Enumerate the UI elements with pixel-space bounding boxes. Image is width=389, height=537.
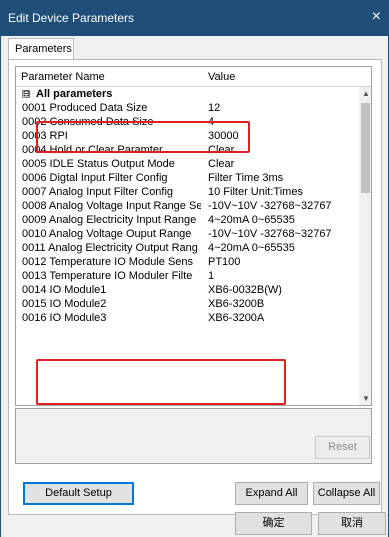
scroll-down-icon[interactable]: ▼	[362, 394, 370, 403]
column-header-value[interactable]: Value	[208, 71, 235, 83]
collapse-icon[interactable]: ⊟	[22, 90, 30, 98]
table-row[interactable]: 0013 Temperature IO Moduler Filte 1	[16, 269, 359, 283]
table-row[interactable]: 0005 IDLE Status Output Mode Clear	[16, 157, 359, 171]
param-name: 0012 Temperature IO Module Sens	[22, 256, 194, 268]
column-header-name[interactable]: Parameter Name	[21, 71, 105, 83]
param-value[interactable]: 4~20mA 0~65535	[208, 241, 358, 255]
table-row[interactable]: 0011 Analog Electricity Output Rang 4~20m…	[16, 241, 359, 255]
param-value[interactable]: 4~20mA 0~65535	[208, 213, 358, 227]
param-name: 0007 Analog Input Filter Config	[22, 186, 174, 198]
param-name: 0005 IDLE Status Output Mode	[22, 158, 175, 170]
table-row[interactable]: 0016 IO Module3 XB6-3200A	[16, 311, 359, 325]
reset-button[interactable]: Reset	[315, 436, 370, 459]
param-name: 0014 IO Module1	[22, 284, 107, 296]
param-name: 0016 IO Module3	[22, 312, 107, 324]
window-title: Edit Device Parameters	[8, 11, 135, 25]
ok-button[interactable]: 确定	[235, 512, 312, 535]
param-value[interactable]: XB6-3200B	[208, 297, 358, 311]
param-value[interactable]: PT100	[208, 255, 358, 269]
param-value[interactable]: Clear	[208, 157, 358, 171]
table-row[interactable]: 0009 Analog Electricity Input Range 4~20m…	[16, 213, 359, 227]
dialog-body: Parameters Parameter Name Value ⊟ All pa…	[0, 36, 389, 537]
param-name: 0011 Analog Electricity Output Rang	[22, 242, 198, 254]
collapse-all-button[interactable]: Collapse All	[313, 482, 380, 505]
param-value[interactable]: 1	[208, 269, 358, 283]
highlight-box-data-size	[36, 121, 250, 153]
title-bar: Edit Device Parameters ×	[0, 0, 389, 36]
param-name: 0013 Temperature IO Moduler Filte	[22, 270, 193, 282]
table-row[interactable]: 0007 Analog Input Filter Config 10 Filter…	[16, 185, 359, 199]
param-value[interactable]: Filter Time 3ms	[208, 171, 358, 185]
param-name: 0010 Analog Voltage Ouput Range	[22, 228, 192, 240]
table-row[interactable]: 0001 Produced Data Size 12	[16, 101, 359, 115]
expand-all-button[interactable]: Expand All	[235, 482, 308, 505]
cancel-button[interactable]: 取消	[318, 512, 386, 535]
param-name: 0009 Analog Electricity Input Range	[22, 214, 197, 226]
param-value[interactable]: 12	[208, 101, 358, 115]
vertical-scrollbar[interactable]: ▲ ▼	[359, 87, 371, 405]
param-value[interactable]: -10V~10V -32768~32767	[208, 227, 358, 241]
scroll-up-icon[interactable]: ▲	[362, 89, 370, 98]
grid-header: Parameter Name Value	[16, 67, 371, 87]
group-row-all-parameters[interactable]: ⊟ All parameters	[16, 87, 359, 101]
param-value[interactable]: XB6-0032B(W)	[208, 283, 358, 297]
tab-parameters[interactable]: Parameters	[8, 38, 74, 60]
table-row[interactable]: 0006 Digtal Input Filter Config Filter Ti…	[16, 171, 359, 185]
param-name: 0008 Analog Voltage Input Range Se	[22, 200, 201, 212]
param-value[interactable]: 10 Filter Unit:Times	[208, 185, 358, 199]
param-name: 0006 Digtal Input Filter Config	[22, 172, 168, 184]
table-row[interactable]: 0008 Analog Voltage Input Range Se -10V~1…	[16, 199, 359, 213]
table-row[interactable]: 0015 IO Module2 XB6-3200B	[16, 297, 359, 311]
scroll-thumb[interactable]	[361, 103, 370, 193]
table-row[interactable]: 0010 Analog Voltage Ouput Range -10V~10V …	[16, 227, 359, 241]
param-name: 0001 Produced Data Size	[22, 102, 148, 114]
table-row[interactable]: 0012 Temperature IO Module Sens PT100	[16, 255, 359, 269]
param-value[interactable]: XB6-3200A	[208, 311, 358, 325]
table-row[interactable]: 0014 IO Module1 XB6-0032B(W)	[16, 283, 359, 297]
param-value[interactable]: -10V~10V -32768~32767	[208, 199, 358, 213]
default-setup-button[interactable]: Default Setup	[23, 482, 134, 505]
highlight-box-io-modules	[36, 359, 286, 405]
param-name: 0015 IO Module2	[22, 298, 107, 310]
parameter-grid: Parameter Name Value ⊟ All parameters 00…	[15, 66, 372, 406]
group-label: All parameters	[36, 88, 113, 100]
close-icon[interactable]: ×	[372, 8, 381, 26]
